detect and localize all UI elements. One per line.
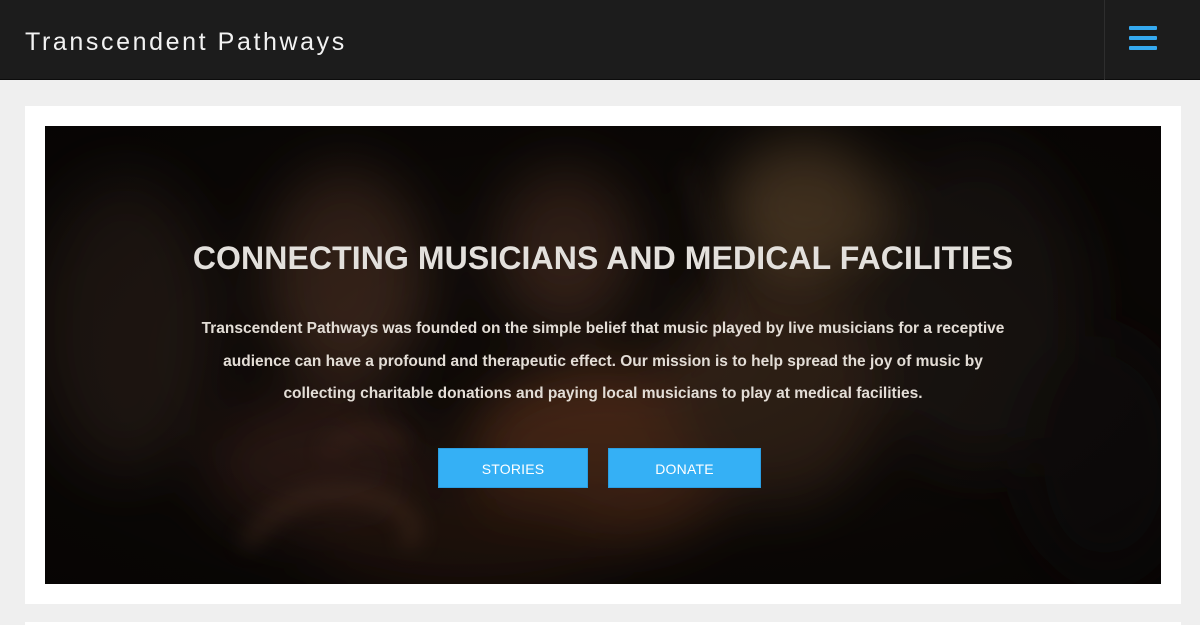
menu-button[interactable] (1104, 0, 1200, 80)
donate-button[interactable]: DONATE (608, 448, 761, 488)
hero-banner: CONNECTING MUSICIANS AND MEDICAL FACILIT… (45, 126, 1161, 584)
site-title[interactable]: Transcendent Pathways (25, 27, 347, 57)
hero-frame: CONNECTING MUSICIANS AND MEDICAL FACILIT… (25, 106, 1181, 604)
hero-title: CONNECTING MUSICIANS AND MEDICAL FACILIT… (192, 240, 1014, 276)
hamburger-menu-icon[interactable] (1129, 26, 1157, 50)
top-navigation-bar: Transcendent Pathways (0, 0, 1200, 80)
stories-button[interactable]: STORIES (438, 448, 588, 488)
hero-description: Transcendent Pathways was founded on the… (201, 320, 1005, 402)
